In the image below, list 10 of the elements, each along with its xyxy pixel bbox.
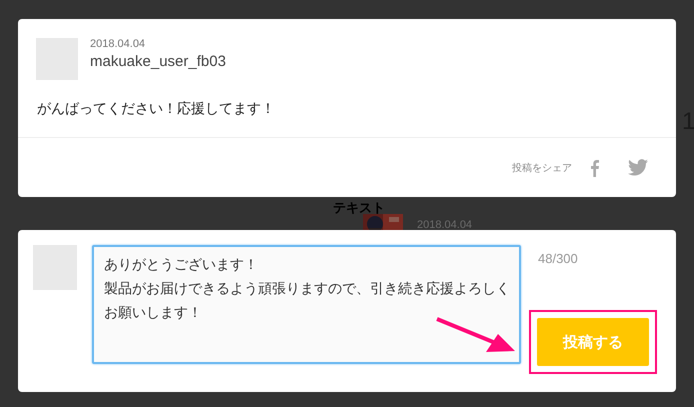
reply-field[interactable]: ありがとうございます！ 製品がお届けできるよう頑張りますので、引き続き応援よろしくお願いします！ bbox=[92, 245, 521, 364]
user-name: makuake_user_fb03 bbox=[90, 53, 226, 70]
comment-text: がんばってください！応援してます！ bbox=[37, 100, 276, 118]
facebook-icon[interactable] bbox=[590, 158, 599, 176]
comment-date: 2018.04.04 bbox=[90, 38, 146, 51]
reply-text: 製品がお届けできるよう頑張りますので、引き続き応援よろしくお願いします！ bbox=[104, 280, 511, 323]
share-label: 投稿をシェア bbox=[512, 162, 572, 174]
character-count: 48/300 bbox=[538, 251, 579, 266]
twitter-icon[interactable] bbox=[628, 159, 648, 176]
reply-text: ありがとうございます！ bbox=[104, 256, 259, 275]
